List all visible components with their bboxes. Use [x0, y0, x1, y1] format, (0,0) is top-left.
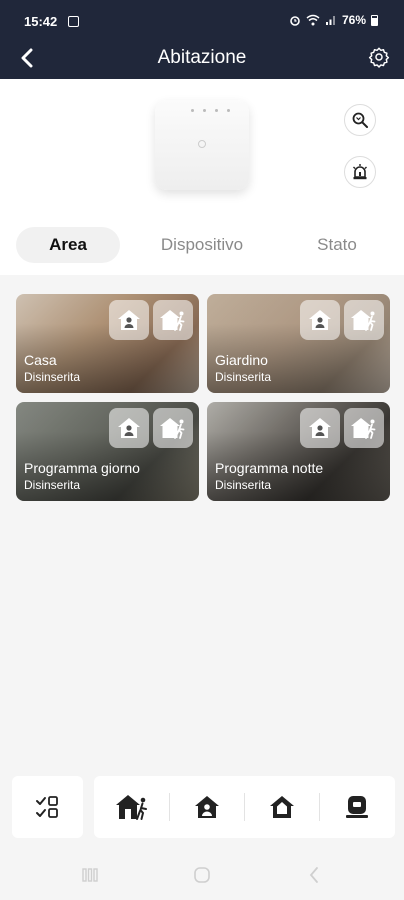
area-state: Disinserita	[215, 478, 272, 492]
area-state: Disinserita	[215, 370, 272, 384]
panic-button[interactable]	[319, 776, 394, 838]
tab-stato[interactable]: Stato	[296, 227, 378, 263]
home-circle-icon	[194, 867, 210, 883]
arm-away-button[interactable]	[344, 408, 384, 448]
home-person-icon	[118, 310, 140, 330]
gear-icon	[368, 47, 390, 68]
system-nav-bar	[0, 850, 404, 900]
tab-bar: Area Dispositivo Stato	[0, 227, 404, 267]
arm-away-button[interactable]	[153, 408, 193, 448]
arm-away-all-button[interactable]	[94, 776, 169, 838]
page-title: Abitazione	[157, 47, 247, 68]
home-person-icon	[309, 418, 331, 438]
arming-action-bar	[94, 776, 395, 838]
status-time: 15:42	[24, 14, 58, 29]
tab-dispositivo[interactable]: Dispositivo	[140, 227, 264, 263]
area-card-casa[interactable]: Casa Disinserita	[16, 294, 199, 393]
home-walk-icon	[160, 418, 185, 439]
alarm-icon	[290, 16, 300, 26]
home-person-icon	[194, 796, 219, 818]
home-button[interactable]	[190, 865, 214, 885]
device-panel: Area Dispositivo Stato	[0, 79, 404, 275]
home-walk-icon	[115, 795, 147, 820]
area-state: Disinserita	[24, 370, 81, 384]
app-header: 15:42 76% Abitazione	[0, 0, 404, 79]
tab-area[interactable]: Area	[16, 227, 120, 263]
system-back-button[interactable]	[302, 865, 326, 885]
area-name: Giardino	[215, 352, 268, 368]
hub-device-image	[155, 100, 249, 190]
sos-icon	[345, 796, 368, 818]
recents-icon	[82, 868, 98, 882]
area-card-giardino[interactable]: Giardino Disinserita	[207, 294, 390, 393]
arm-away-button[interactable]	[153, 300, 193, 340]
wifi-icon	[306, 14, 320, 26]
arm-home-button[interactable]	[300, 300, 340, 340]
area-card-programma-notte[interactable]: Programma notte Disinserita	[207, 402, 390, 501]
siren-button[interactable]	[344, 156, 376, 188]
area-card-programma-giorno[interactable]: Programma giorno Disinserita	[16, 402, 199, 501]
status-icons: 76%	[289, 13, 378, 27]
status-bar: 15:42 76%	[0, 0, 404, 40]
home-outline-icon	[269, 796, 294, 818]
arm-home-button[interactable]	[109, 408, 149, 448]
home-walk-icon	[351, 310, 376, 331]
arm-home-button[interactable]	[109, 300, 149, 340]
battery-percent: 76%	[341, 13, 366, 27]
home-person-icon	[118, 418, 140, 438]
select-areas-button[interactable]	[12, 776, 83, 838]
settings-button[interactable]	[366, 44, 392, 70]
area-state: Disinserita	[24, 478, 81, 492]
gallery-notification-icon	[68, 16, 79, 27]
arm-home-all-button[interactable]	[169, 776, 244, 838]
recents-button[interactable]	[78, 865, 102, 885]
battery-icon	[371, 14, 378, 26]
area-name: Programma notte	[215, 460, 324, 476]
arm-home-button[interactable]	[300, 408, 340, 448]
home-walk-icon	[351, 418, 376, 439]
area-name: Programma giorno	[24, 460, 140, 476]
area-name: Casa	[24, 352, 57, 368]
siren-icon	[353, 164, 367, 180]
search-device-button[interactable]	[344, 104, 376, 136]
chevron-left-icon	[309, 867, 318, 883]
search-icon	[352, 112, 368, 128]
disarm-all-button[interactable]	[244, 776, 319, 838]
home-person-icon	[309, 310, 331, 330]
signal-icon	[325, 16, 335, 25]
home-walk-icon	[160, 310, 185, 331]
arm-away-button[interactable]	[344, 300, 384, 340]
checklist-icon	[35, 796, 58, 818]
